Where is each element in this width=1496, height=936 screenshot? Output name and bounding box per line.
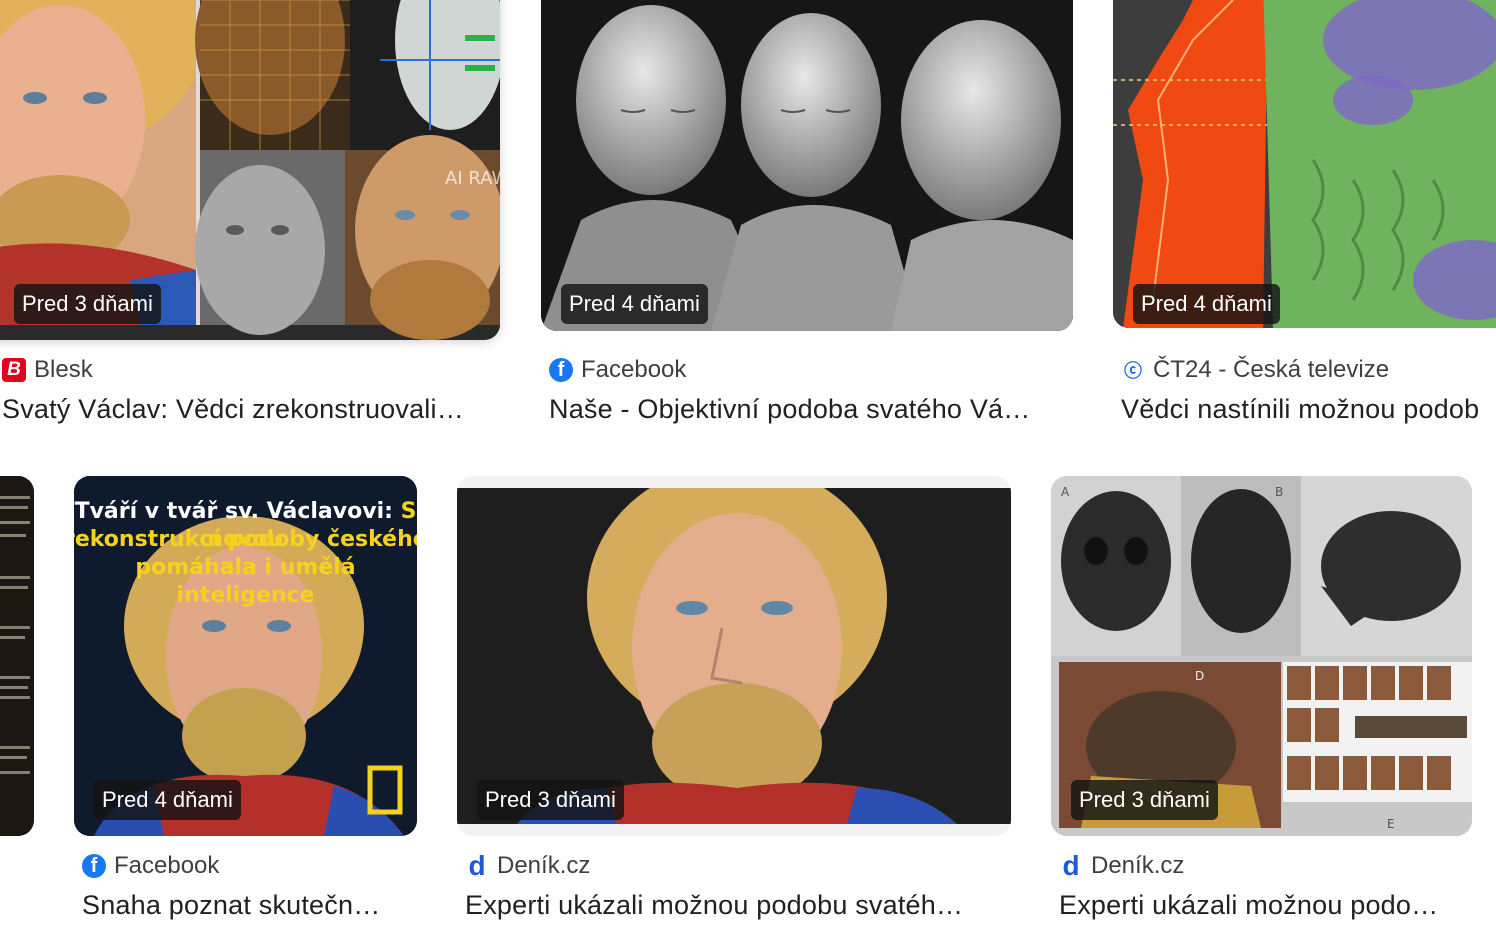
source-name: Facebook (581, 356, 687, 383)
label-d: D (1195, 669, 1204, 683)
time-badge: Pred 3 dňami (14, 284, 161, 324)
result-title[interactable]: Naše - Objektivní podoba svatého Vá… (549, 394, 1064, 425)
source-name: Blesk (34, 356, 93, 383)
skull-scan-image (1113, 0, 1496, 328)
source-label[interactable]: d Deník.cz (1059, 852, 1184, 880)
article-text-image (0, 476, 34, 836)
blesk-icon: B (2, 358, 26, 382)
reconstructed-face-image (457, 488, 1011, 824)
source-label[interactable]: f Facebook (549, 356, 686, 384)
result-thumbnail[interactable] (0, 476, 34, 836)
result-title[interactable]: Svatý Václav: Vědci zrekonstruovali… (2, 394, 492, 425)
time-badge: Pred 3 dňami (477, 780, 624, 820)
source-name: Deník.cz (497, 852, 591, 879)
source-label[interactable]: d Deník.cz (465, 852, 590, 880)
result-thumbnail[interactable] (1113, 0, 1496, 328)
time-badge: Pred 4 dňami (94, 780, 241, 820)
source-name: ČT24 - Česká televize (1153, 356, 1390, 383)
label-a: A (1061, 485, 1070, 499)
result-thumbnail[interactable] (541, 0, 1073, 331)
overlay-line3: pomáhala i umělá inteligence (135, 555, 356, 608)
denik-icon: d (468, 850, 486, 881)
overlay-line2: rekonstrukcí podoby českého patrona (74, 527, 417, 552)
3d-heads-image (541, 0, 1073, 331)
overlay-line1a: Tváří v tvář sv. Václavovi: (74, 499, 401, 524)
result-title[interactable]: Experti ukázali možnou podobu svatéh… (465, 890, 1000, 921)
facebook-icon: f (82, 854, 106, 878)
source-name: Facebook (114, 852, 220, 879)
source-label[interactable]: B Blesk (2, 356, 93, 384)
facebook-icon: f (549, 358, 573, 382)
source-name: Deník.cz (1091, 852, 1185, 879)
ct24-icon: ⓒ (1124, 361, 1142, 381)
ai-raw-watermark: AI RAW (445, 168, 500, 189)
source-label[interactable]: ⓒ ČT24 - Česká televize (1121, 356, 1389, 384)
result-title[interactable]: Snaha poznat skutečn… (82, 890, 402, 921)
time-badge: Pred 3 dňami (1071, 780, 1218, 820)
result-title[interactable]: Experti ukázali možnou podo… (1059, 890, 1464, 921)
time-badge: Pred 4 dňami (561, 284, 708, 324)
result-title[interactable]: Vědci nastínili možnou podob (1121, 394, 1496, 425)
time-badge: Pred 4 dňami (1133, 284, 1280, 324)
label-b: B (1275, 485, 1283, 499)
label-e: E (1387, 817, 1395, 831)
denik-icon: d (1062, 850, 1080, 881)
source-label[interactable]: f Facebook (82, 852, 219, 880)
